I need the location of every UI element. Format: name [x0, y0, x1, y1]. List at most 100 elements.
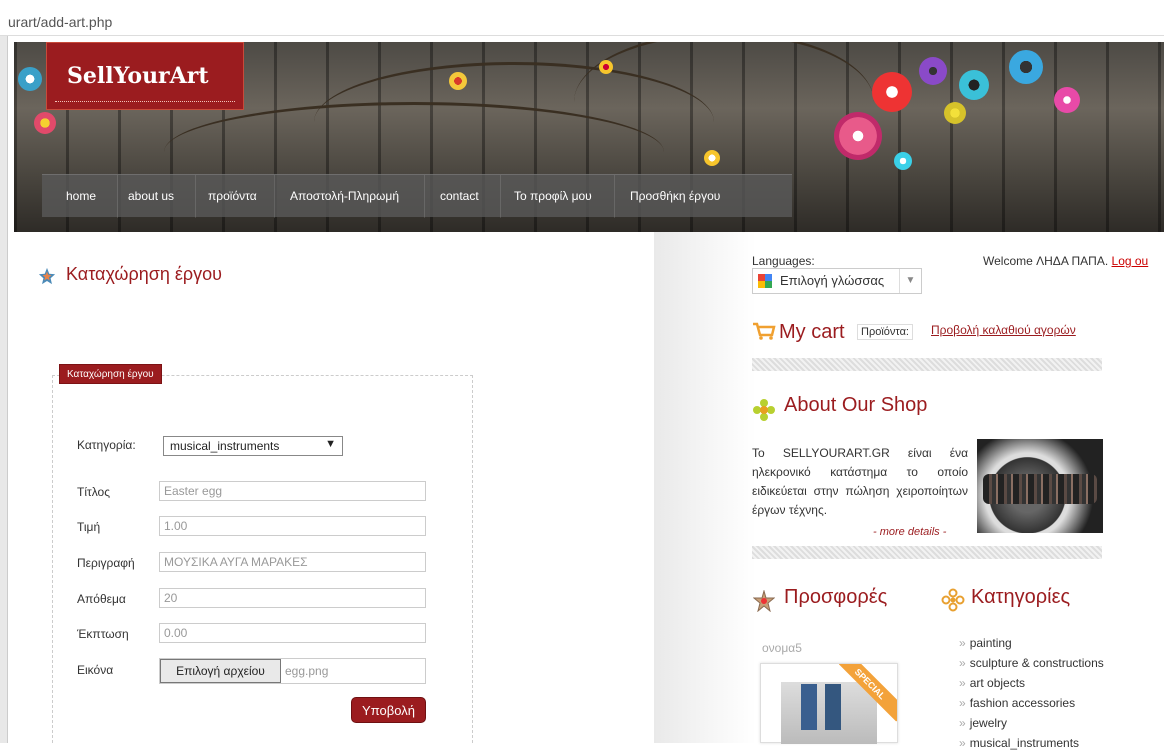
decor-flower — [1054, 87, 1080, 113]
price-input[interactable]: 1.00 — [159, 516, 426, 536]
category-label: musical_instruments — [969, 736, 1080, 750]
cart-products-label: Προϊόντα: — [857, 324, 913, 340]
description-label: Περιγραφή — [77, 556, 135, 570]
offer-image-detail — [801, 684, 817, 730]
language-select[interactable]: Επιλογή γλώσσας ▼ — [752, 268, 922, 294]
about-shop-title: About Our Shop — [784, 394, 928, 416]
star-icon — [38, 267, 56, 285]
stock-input[interactable]: 20 — [159, 588, 426, 608]
category-select[interactable]: musical_instruments ▼ — [163, 436, 343, 456]
decor-flower — [919, 57, 947, 85]
nav-home[interactable]: home — [66, 189, 96, 203]
category-label: fashion accessories — [969, 696, 1076, 710]
discount-input[interactable]: 0.00 — [159, 623, 426, 643]
logo-underline — [55, 101, 235, 102]
stock-label: Απόθεμα — [77, 592, 126, 606]
price-label: Τιμή — [77, 520, 101, 534]
offers-title: Προσφορές — [784, 586, 888, 608]
nav-shipping-payment[interactable]: Αποστολή-Πληρωμή — [290, 189, 399, 203]
submit-button[interactable]: Υποβολή — [351, 697, 426, 723]
chevron-right-icon: » — [959, 696, 966, 710]
nav-about-us[interactable]: about us — [128, 189, 174, 203]
choose-file-button[interactable]: Επιλογή αρχείου — [160, 659, 281, 683]
category-link[interactable]: » painting — [959, 636, 1012, 650]
category-link[interactable]: » sculpture & constructions — [959, 656, 1104, 670]
selected-file-name: egg.png — [285, 664, 329, 678]
discount-label: Έκπτωση — [77, 627, 129, 641]
category-label: art objects — [969, 676, 1026, 690]
cart-icon — [753, 322, 776, 340]
decor-flower — [704, 150, 720, 166]
category-label: painting — [969, 636, 1012, 650]
chevron-right-icon: » — [959, 656, 966, 670]
logout-link[interactable]: Log ou — [1112, 254, 1149, 268]
category-label: Κατηγορία: — [77, 438, 136, 452]
nav-separator — [274, 175, 275, 218]
about-shop-text: Το SELLYOURART.GR είναι ένα ηλεκρονικό κ… — [752, 446, 968, 517]
image-label: Εικόνα — [77, 663, 114, 677]
offer-product-name[interactable]: ονομα5 — [762, 641, 802, 655]
url-text[interactable]: urart/add-art.php — [8, 14, 112, 30]
decor-flower — [944, 102, 966, 124]
decor-flower — [599, 60, 613, 74]
flower-icon — [753, 399, 775, 421]
nav-add-artwork[interactable]: Προσθήκη έργου — [630, 189, 720, 203]
special-badge: SPECIAL — [839, 664, 897, 722]
welcome-text: Welcome ΛΗΔΑ ΠΑΠΑ. — [983, 254, 1109, 268]
offers-icon — [753, 590, 775, 612]
nav-separator — [500, 175, 501, 218]
photo-crowd — [983, 474, 1097, 504]
section-divider — [752, 546, 1102, 559]
decor-flower — [449, 72, 467, 90]
google-translate-icon — [758, 274, 772, 288]
decor-flower — [1009, 50, 1043, 84]
chevron-right-icon: » — [959, 636, 966, 650]
nav-separator — [614, 175, 615, 218]
site-logo[interactable]: SellYourArt — [46, 42, 244, 110]
page-title: Καταχώρηση έργου — [66, 264, 222, 284]
nav-separator — [195, 175, 196, 218]
nav-my-profile[interactable]: Το προφίλ μου — [514, 189, 592, 203]
category-link[interactable]: » musical_instruments — [959, 736, 1079, 750]
description-input[interactable]: ΜΟΥΣΙΚΑ ΑΥΓΑ ΜΑΡΑΚΕΣ — [159, 552, 426, 572]
cart-title: My cart — [779, 321, 845, 343]
form-legend: Καταχώρηση έργου — [59, 364, 162, 384]
nav-separator — [117, 175, 118, 218]
decor-flower — [872, 72, 912, 112]
chevron-right-icon: » — [959, 716, 966, 730]
chevron-right-icon: » — [959, 676, 966, 690]
category-link[interactable]: » fashion accessories — [959, 696, 1075, 710]
chevron-right-icon: » — [959, 736, 966, 750]
window-edge — [0, 36, 8, 743]
decor-flower — [959, 70, 989, 100]
welcome-message: Welcome ΛΗΔΑ ΠΑΠΑ. Log ou — [983, 254, 1148, 268]
nav-separator — [424, 175, 425, 218]
nav-contact[interactable]: contact — [440, 189, 479, 203]
chevron-down-icon: ▼ — [899, 269, 921, 293]
nav-products[interactable]: προϊόντα — [208, 189, 257, 203]
main-navigation: home about us προϊόντα Αποστολή-Πληρωμή … — [42, 174, 792, 218]
browser-address-bar[interactable]: urart/add-art.php — [0, 0, 1164, 36]
title-label: Τίτλος — [77, 485, 111, 499]
languages-label: Languages: — [752, 254, 815, 268]
chevron-down-icon: ▼ — [325, 438, 336, 450]
logo-text: SellYourArt — [67, 63, 209, 89]
decor-flower — [34, 112, 56, 134]
language-select-text: Επιλογή γλώσσας — [780, 273, 885, 288]
category-value: musical_instruments — [170, 439, 280, 453]
more-details-link[interactable]: - more details - — [873, 526, 946, 538]
category-link[interactable]: » jewelry — [959, 716, 1007, 730]
categories-title: Κατηγορίες — [971, 586, 1071, 608]
special-ribbon: SPECIAL — [839, 664, 897, 722]
view-cart-link[interactable]: Προβολή καλαθιού αγορών — [931, 323, 1076, 337]
category-link[interactable]: » art objects — [959, 676, 1025, 690]
categories-icon — [941, 588, 965, 612]
category-label: sculpture & constructions — [969, 656, 1104, 670]
offer-product-card[interactable]: SPECIAL — [760, 663, 898, 744]
decor-flower — [18, 67, 42, 91]
title-input[interactable]: Easter egg — [159, 481, 426, 501]
shop-photo — [977, 439, 1103, 533]
category-label: jewelry — [969, 716, 1008, 730]
section-divider — [752, 358, 1102, 371]
decor-flower — [834, 112, 882, 160]
